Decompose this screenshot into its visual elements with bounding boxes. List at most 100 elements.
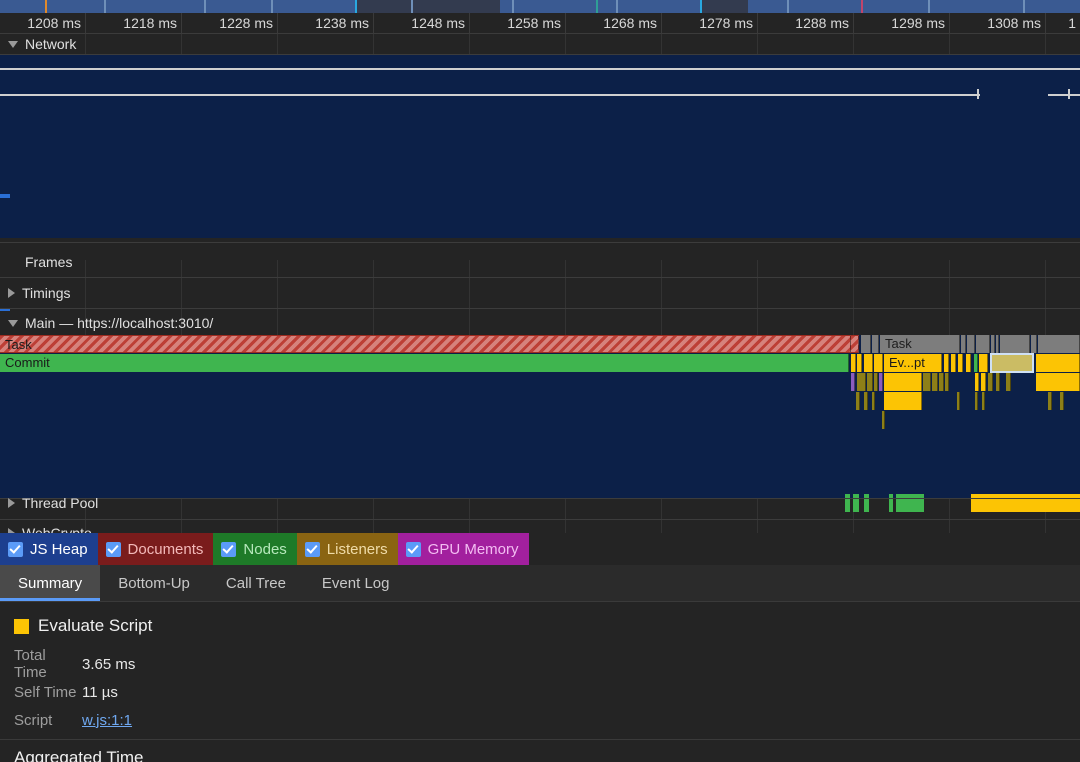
flame-event-task[interactable]: Task — [0, 335, 851, 353]
flame-event[interactable] — [944, 354, 949, 372]
flame-event-commit[interactable]: Commit — [0, 354, 849, 372]
thread-pool-event[interactable] — [971, 494, 1080, 512]
flame-event[interactable] — [966, 354, 971, 372]
flame-event[interactable] — [1000, 335, 1030, 353]
time-ruler[interactable]: 1208 ms 1218 ms 1228 ms 1238 ms 1248 ms 1258 … — [0, 13, 1080, 34]
detail-row: Self Time 11 µs — [14, 678, 1080, 706]
network-request-cap — [977, 89, 979, 99]
flame-event[interactable] — [1006, 373, 1011, 391]
track-header-thread-pool[interactable]: Thread Pool — [0, 493, 98, 513]
network-track-body[interactable] — [0, 55, 1080, 259]
network-request-line[interactable] — [0, 94, 980, 96]
checkbox-checked-icon[interactable] — [221, 541, 237, 557]
flame-event[interactable] — [1036, 354, 1080, 372]
checkbox-checked-icon[interactable] — [8, 541, 23, 557]
details-panel: Evaluate Script Total Time 3.65 ms Self Ti… — [0, 602, 1080, 762]
flame-event[interactable] — [884, 373, 922, 391]
flame-event[interactable] — [923, 373, 931, 391]
flame-event[interactable] — [979, 354, 988, 372]
flame-event[interactable] — [939, 373, 944, 391]
flame-event[interactable] — [1038, 335, 1080, 353]
network-request-line[interactable] — [1048, 94, 1080, 96]
checkbox-checked-icon[interactable] — [304, 541, 320, 557]
expand-triangle-icon[interactable] — [8, 498, 15, 508]
memory-counter-documents[interactable]: Documents — [97, 533, 214, 565]
ruler-time-label: 1308 ms — [987, 15, 1041, 31]
flame-event[interactable] — [872, 335, 879, 353]
flame-event[interactable] — [874, 373, 878, 391]
memory-counter-js-heap[interactable]: JS Heap — [0, 533, 98, 565]
flame-event[interactable] — [864, 392, 868, 410]
flame-event[interactable] — [1036, 373, 1080, 391]
flame-event[interactable] — [856, 392, 860, 410]
thread-pool-bars[interactable] — [0, 494, 1080, 514]
flame-event-task[interactable]: Task — [880, 335, 960, 353]
flame-event[interactable] — [857, 354, 862, 372]
flame-event[interactable] — [945, 373, 949, 391]
flame-event[interactable] — [851, 335, 859, 353]
flame-event[interactable] — [991, 335, 995, 353]
tab-event-log[interactable]: Event Log — [304, 565, 408, 601]
checkbox-checked-icon[interactable] — [105, 541, 121, 557]
memory-counter-listeners[interactable]: Listeners — [296, 533, 398, 565]
thread-pool-event[interactable] — [864, 494, 869, 512]
flame-event[interactable] — [974, 354, 978, 372]
thread-pool-event[interactable] — [853, 494, 859, 512]
flame-event[interactable] — [867, 373, 873, 391]
tab-summary[interactable]: Summary — [0, 565, 101, 601]
flame-event[interactable] — [988, 373, 993, 391]
flame-event[interactable] — [851, 354, 856, 372]
track-header-frames[interactable]: Frames — [0, 252, 72, 272]
flame-event[interactable] — [884, 392, 922, 410]
collapse-triangle-icon[interactable] — [8, 40, 18, 48]
flame-event[interactable] — [851, 373, 855, 391]
thread-pool-event[interactable] — [845, 494, 850, 512]
flame-event[interactable] — [996, 373, 1000, 391]
script-source-link[interactable]: w.js:1:1 — [82, 712, 132, 729]
flame-event[interactable] — [872, 392, 875, 410]
tab-call-tree[interactable]: Call Tree — [208, 565, 304, 601]
memory-counters-bar[interactable]: JS Heap Documents Nodes Listeners GPU Memory — [0, 533, 1080, 565]
flame-event[interactable] — [957, 392, 960, 410]
main-flame-chart[interactable]: Task Task Commit Ev...pt — [0, 335, 1080, 499]
flame-event[interactable] — [951, 354, 956, 372]
flame-event[interactable] — [975, 373, 979, 391]
track-header-network[interactable]: Network — [0, 34, 76, 54]
flame-event[interactable] — [932, 373, 938, 391]
thread-pool-event[interactable] — [896, 494, 924, 512]
flame-event[interactable] — [975, 392, 978, 410]
flame-event[interactable] — [981, 373, 986, 391]
collapse-triangle-icon[interactable] — [8, 319, 18, 327]
track-header-main[interactable]: Main — https://localhost:3010/ — [0, 313, 213, 333]
flame-event[interactable] — [1031, 335, 1037, 353]
memory-counter-nodes[interactable]: Nodes — [213, 533, 297, 565]
checkbox-checked-icon[interactable] — [405, 541, 421, 557]
flame-event[interactable] — [861, 335, 871, 353]
expand-triangle-icon[interactable] — [8, 288, 15, 298]
flame-event[interactable] — [882, 411, 885, 429]
flame-event-ev-pt[interactable]: Ev...pt — [884, 354, 942, 372]
flame-event[interactable] — [967, 335, 975, 353]
tab-bottom-up[interactable]: Bottom-Up — [100, 565, 208, 601]
flame-event[interactable] — [874, 354, 883, 372]
flame-event[interactable] — [864, 354, 873, 372]
timeline-tracks[interactable]: Network Frames Timings Main — https://lo… — [0, 34, 1080, 533]
ruler-time-label: 1 — [1068, 15, 1076, 31]
flame-event[interactable] — [990, 353, 1034, 373]
track-header-webcrypto[interactable]: WebCrypto — [0, 523, 92, 533]
flame-event[interactable] — [976, 335, 990, 353]
thread-pool-event[interactable] — [889, 494, 893, 512]
flame-event[interactable] — [958, 354, 963, 372]
flame-event[interactable] — [982, 392, 985, 410]
network-request-line[interactable] — [0, 68, 1080, 70]
flame-event[interactable] — [1048, 392, 1052, 410]
detail-tabs[interactable]: Summary Bottom-Up Call Tree Event Log — [0, 565, 1080, 602]
flame-event[interactable] — [1060, 392, 1064, 410]
flame-event[interactable] — [961, 335, 966, 353]
flame-event[interactable] — [879, 373, 883, 391]
track-header-timings[interactable]: Timings — [0, 283, 71, 303]
flame-event[interactable] — [996, 335, 999, 353]
flame-event[interactable] — [857, 373, 866, 391]
overview-strip[interactable] — [0, 0, 1080, 13]
memory-counter-gpu-memory[interactable]: GPU Memory — [397, 533, 529, 565]
